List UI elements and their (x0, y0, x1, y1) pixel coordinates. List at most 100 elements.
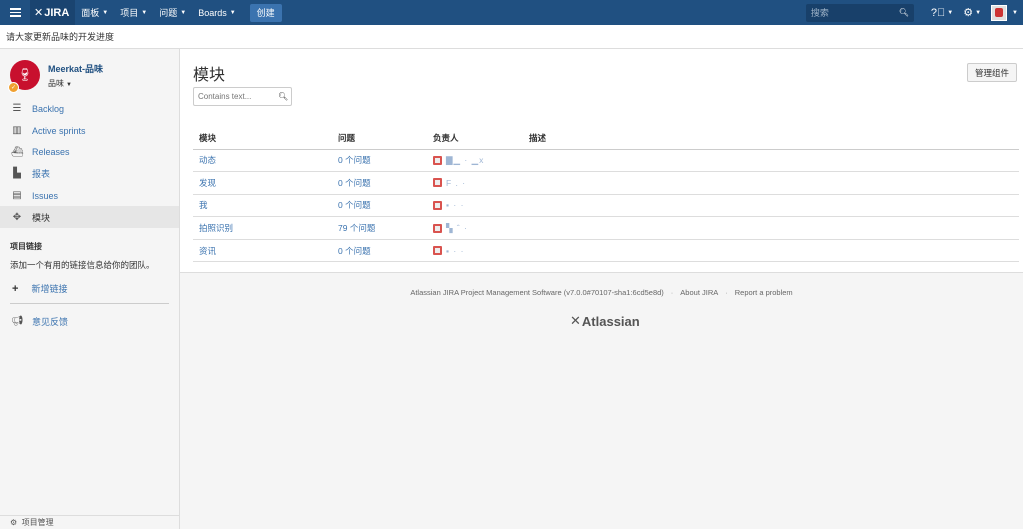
question-icon: ?⃝ (930, 6, 946, 19)
user-menu[interactable]: ▼ (986, 4, 1023, 21)
issue-count[interactable]: 0 个问题 (332, 171, 427, 195)
column-header-lead[interactable]: 负责人 (427, 128, 523, 150)
search-input[interactable]: 搜索 🔍︎ (805, 3, 914, 22)
table-row: 资讯 0 个问题 ▪ · · (193, 239, 1019, 263)
ship-icon: ⛴︎ (11, 146, 24, 158)
chevron-down-icon: ▼ (180, 9, 187, 16)
lead-cell[interactable]: ▪ · · (427, 239, 523, 263)
main-content: 模块 管理组件 🔍︎ 模块 问题 负责人 描述 动态 0 个问题 ▇▁ · ▁x… (180, 49, 1023, 273)
gear-icon: ⚙ (963, 7, 974, 19)
sidebar-item-reports[interactable]: ▙ 报表 (0, 163, 179, 185)
project-avatar[interactable]: 🍷︎ ✓ (8, 60, 40, 93)
add-link-button[interactable]: + 新增链接 (0, 271, 179, 295)
project-links-heading: 项目链接 (10, 242, 42, 252)
sidebar-item-issues[interactable]: ▤ Issues (0, 185, 179, 207)
table-row: 发现 0 个问题 F . · (193, 171, 1019, 195)
avatar (433, 246, 442, 256)
component-name[interactable]: 动态 (193, 149, 332, 173)
project-header: 🍷︎ ✓ Meerkat-品味 品味 ▼ (0, 49, 179, 97)
chart-icon: ▙ (13, 168, 21, 180)
create-button[interactable]: 创建 (249, 3, 282, 22)
version-text: Atlassian JIRA Project Management Softwa… (410, 288, 664, 297)
announcement-banner: 请大家更新品味的开发进度 (0, 25, 1023, 49)
sidebar-item-releases[interactable]: ⛴︎ Releases (0, 141, 179, 163)
jira-mark-icon: ✕ (34, 7, 44, 19)
badge-icon: ✓ (8, 82, 19, 93)
chevron-down-icon: ▼ (102, 9, 109, 16)
issue-count[interactable]: 0 个问题 (332, 239, 427, 263)
description-cell (523, 194, 1019, 218)
atlassian-mark-icon: ✕ (570, 313, 581, 328)
avatar (433, 200, 442, 210)
chevron-down-icon: ▼ (1012, 9, 1018, 16)
filter-input[interactable] (198, 92, 278, 101)
chevron-down-icon: ▼ (947, 9, 954, 16)
settings-button[interactable]: ⚙ ▼ (958, 6, 986, 19)
lead-cell[interactable]: ▚ ˆ · (427, 216, 523, 240)
component-name[interactable]: 我 (193, 194, 332, 218)
column-header-component[interactable]: 模块 (193, 128, 332, 150)
avatar (991, 4, 1008, 21)
description-cell (523, 216, 1019, 240)
avatar (433, 178, 442, 188)
project-sidebar: 🍷︎ ✓ Meerkat-品味 品味 ▼ ☰ Backlog ▥ Active spr… (0, 49, 180, 529)
nav-dashboards[interactable]: 面板 ▼ (75, 0, 114, 25)
sidebar-item-active-sprints[interactable]: ▥ Active sprints (0, 120, 179, 142)
lead-cell[interactable]: F . · (427, 171, 523, 195)
footer: Atlassian JIRA Project Management Softwa… (410, 288, 793, 297)
plus-icon: + (12, 282, 19, 295)
jira-logo[interactable]: ✕ JIRA (30, 0, 76, 25)
table-row: 动态 0 个问题 ▇▁ · ▁x (193, 149, 1019, 173)
nav-boards[interactable]: Boards ▼ (192, 0, 241, 25)
sidebar-nav: ☰ Backlog ▥ Active sprints ⛴︎ Releases ▙ 报表 … (0, 98, 179, 229)
issue-count[interactable]: 0 个问题 (332, 149, 427, 173)
chevron-down-icon: ▼ (66, 82, 72, 88)
avatar (433, 223, 442, 233)
lead-cell[interactable]: ▪ · · (427, 194, 523, 218)
wine-glass-icon: 🍷︎ (16, 67, 34, 82)
issues-icon: ▤ (12, 190, 22, 202)
chevron-down-icon: ▼ (975, 9, 982, 16)
issue-count[interactable]: 0 个问题 (332, 194, 427, 218)
issue-count[interactable]: 79 个问题 (332, 216, 427, 240)
description-cell (523, 171, 1019, 195)
component-name[interactable]: 资讯 (193, 239, 332, 263)
column-header-issues[interactable]: 问题 (332, 128, 427, 150)
description-cell (523, 239, 1019, 263)
manage-components-button[interactable]: 管理组件 (966, 63, 1017, 82)
table-row: 拍照识别 79 个问题 ▚ ˆ · (193, 216, 1019, 240)
project-type-dropdown[interactable]: 品味 ▼ (48, 78, 103, 89)
menu-icon[interactable] (0, 0, 30, 25)
avatar (433, 155, 442, 165)
atlassian-logo[interactable]: ✕ Atlassian (570, 313, 640, 329)
help-button[interactable]: ?⃝ ▼ (926, 7, 958, 19)
page-title: 模块 (193, 67, 226, 84)
nav-issues[interactable]: 问题 ▼ (153, 0, 192, 25)
nav-projects[interactable]: 项目 ▼ (114, 0, 153, 25)
project-links-text: 添加一个有用的链接信息给你的团队。 (10, 260, 155, 271)
components-table: 模块 问题 负责人 描述 动态 0 个问题 ▇▁ · ▁x 发现 0 个问题 F… (193, 128, 1019, 263)
description-cell (523, 149, 1019, 173)
lead-cell[interactable]: ▇▁ · ▁x (427, 149, 523, 173)
component-name[interactable]: 发现 (193, 171, 332, 195)
table-row: 我 0 个问题 ▪ · · (193, 194, 1019, 218)
search-icon: 🔍︎ (278, 92, 289, 101)
sidebar-item-backlog[interactable]: ☰ Backlog (0, 98, 179, 120)
top-navigation: ✕ JIRA 面板 ▼ 项目 ▼ 问题 ▼ Boards ▼ 创建 搜索 🔍︎ ?⃝ ▼ … (0, 0, 1023, 25)
chevron-down-icon: ▼ (141, 9, 148, 16)
feedback-link[interactable]: 📢︎ 意见反馈 (0, 304, 179, 328)
search-icon: 🔍︎ (898, 8, 909, 17)
sidebar-item-components[interactable]: ✥ 模块 (0, 206, 179, 229)
puzzle-icon: ✥ (12, 211, 22, 223)
filter-field[interactable]: 🔍︎ (193, 87, 292, 106)
project-name[interactable]: Meerkat-品味 (48, 62, 103, 75)
gear-icon: ⚙ (10, 518, 22, 527)
component-name[interactable]: 拍照识别 (193, 216, 332, 240)
chevron-down-icon: ▼ (229, 9, 236, 16)
report-problem-link[interactable]: Report a problem (735, 288, 793, 297)
table-header-row: 模块 问题 负责人 描述 (193, 128, 1019, 150)
column-header-description: 描述 (523, 128, 1019, 150)
backlog-icon: ☰ (12, 103, 22, 115)
project-admin-link[interactable]: ⚙ 项目管理 (0, 515, 179, 529)
about-link[interactable]: About JIRA (680, 288, 718, 297)
